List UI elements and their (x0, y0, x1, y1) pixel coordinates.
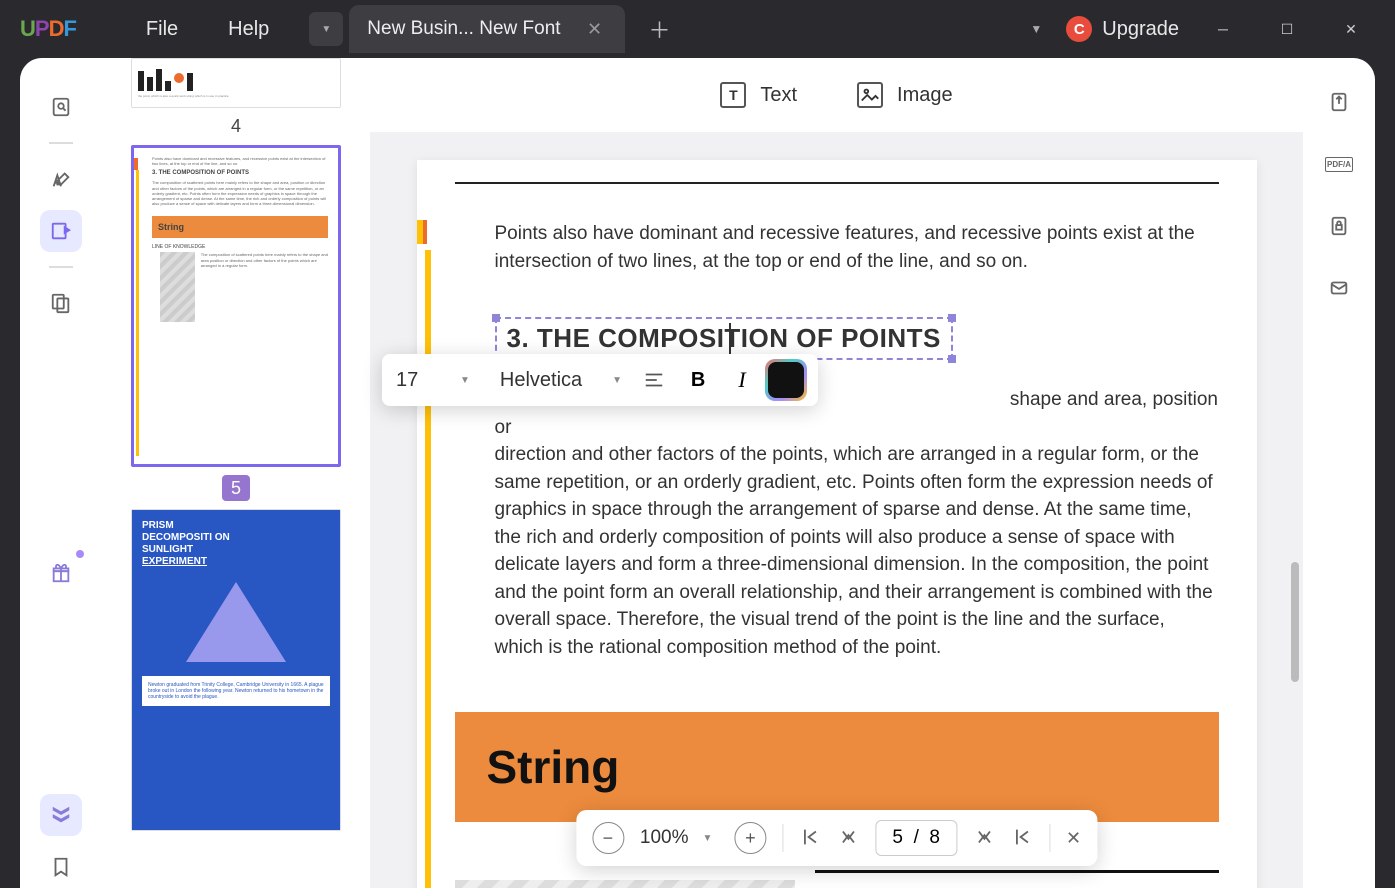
text-cursor (729, 323, 731, 354)
selection-handle[interactable] (492, 314, 500, 322)
upgrade-button[interactable]: C Upgrade (1066, 16, 1179, 42)
close-window-button[interactable]: ✕ (1331, 14, 1371, 44)
gift-icon[interactable] (40, 552, 82, 594)
first-page-button[interactable] (799, 826, 821, 851)
last-page-button[interactable] (1011, 826, 1033, 851)
edit-tool[interactable] (40, 210, 82, 252)
edit-image-button[interactable]: Image (857, 82, 953, 108)
menu-file[interactable]: File (146, 18, 178, 41)
align-left-button[interactable] (636, 362, 672, 398)
thumbnail-page-5[interactable]: Points also have dominant and recessive … (131, 145, 341, 467)
document-tab[interactable]: New Busin... New Font ✕ (349, 5, 624, 53)
next-page-button[interactable] (973, 826, 995, 851)
close-tab-icon[interactable]: ✕ (583, 17, 607, 41)
font-toolbar: ▼ Helvetica ▼ B I (382, 354, 818, 406)
account-dropdown-icon[interactable]: ▼ (1030, 22, 1042, 36)
thumbnail-number-current: 5 (222, 475, 250, 501)
maximize-button[interactable]: ☐ (1267, 14, 1307, 44)
share-tool[interactable] (1323, 272, 1355, 304)
document-page[interactable]: Points also have dominant and recessive … (417, 160, 1257, 888)
thumbnails-toggle[interactable] (40, 794, 82, 836)
side-marker (425, 250, 431, 888)
document-viewport[interactable]: Points also have dominant and recessive … (370, 132, 1303, 888)
image-icon (857, 82, 883, 108)
comment-tool[interactable] (40, 158, 82, 200)
document-image[interactable] (455, 880, 795, 888)
bookmark-toggle[interactable] (40, 846, 82, 888)
tab-title: New Busin... New Font (367, 18, 560, 40)
tab-list-dropdown[interactable]: ▼ (309, 12, 343, 46)
accent-marker (417, 220, 427, 244)
zoom-in-button[interactable]: + (734, 822, 766, 854)
separator (49, 142, 73, 144)
page-indicator[interactable]: 5 / 8 (875, 820, 957, 856)
page-rule (455, 182, 1219, 184)
string-heading-block[interactable]: String (455, 712, 1219, 822)
user-avatar-badge: C (1066, 16, 1092, 42)
minimize-button[interactable]: ─ (1203, 14, 1243, 44)
scrollbar-thumb[interactable] (1291, 562, 1299, 682)
menu-help[interactable]: Help (228, 18, 269, 41)
zoom-navigation-bar: − 100% ▼ + 5 / 8 ✕ (576, 810, 1097, 866)
paragraph-text[interactable]: direction and other factors of the point… (495, 441, 1219, 661)
pdfa-tool[interactable]: PDF/A (1323, 148, 1355, 180)
zoom-out-button[interactable]: − (592, 822, 624, 854)
thumbnail-page-6[interactable]: PRISM DECOMPOSITI ON SUNLIGHT EXPERIMENT… (131, 509, 341, 831)
separator (1049, 824, 1050, 852)
italic-button[interactable]: I (724, 362, 760, 398)
separator (49, 266, 73, 268)
font-color-button[interactable] (768, 362, 804, 398)
upgrade-label: Upgrade (1102, 18, 1179, 41)
selection-handle[interactable] (948, 314, 956, 322)
app-logo: UPDF (20, 16, 76, 42)
thumbnail-page-4[interactable]: the point, which is also a quick work st… (131, 58, 341, 108)
close-zoom-bar-button[interactable]: ✕ (1066, 828, 1081, 849)
edit-image-label: Image (897, 84, 953, 107)
new-tab-button[interactable]: ＋ (645, 14, 675, 44)
font-family-select[interactable]: Helvetica (484, 369, 598, 392)
zoom-dropdown-icon[interactable]: ▼ (697, 833, 719, 844)
font-size-input[interactable] (396, 369, 446, 392)
zoom-percent[interactable]: 100% (640, 827, 689, 849)
paragraph-text[interactable]: Points also have dominant and recessive … (495, 220, 1219, 275)
thumbnail-number: 4 (120, 116, 352, 137)
reader-tool[interactable] (40, 86, 82, 128)
export-tool[interactable] (1323, 86, 1355, 118)
heading-text[interactable]: 3. THE COMPOSITION OF POINTS (507, 323, 941, 353)
protect-tool[interactable] (1323, 210, 1355, 242)
thumbnail-panel[interactable]: the point, which is also a quick work st… (102, 58, 370, 888)
separator (782, 824, 783, 852)
edit-text-label: Text (760, 84, 797, 107)
bold-button[interactable]: B (680, 362, 716, 398)
text-icon: T (720, 82, 746, 108)
font-size-dropdown-icon[interactable]: ▼ (454, 375, 476, 386)
edit-text-button[interactable]: T Text (720, 82, 797, 108)
font-family-dropdown-icon[interactable]: ▼ (606, 375, 628, 386)
prev-page-button[interactable] (837, 826, 859, 851)
organize-tool[interactable] (40, 282, 82, 324)
selection-handle[interactable] (948, 355, 956, 363)
